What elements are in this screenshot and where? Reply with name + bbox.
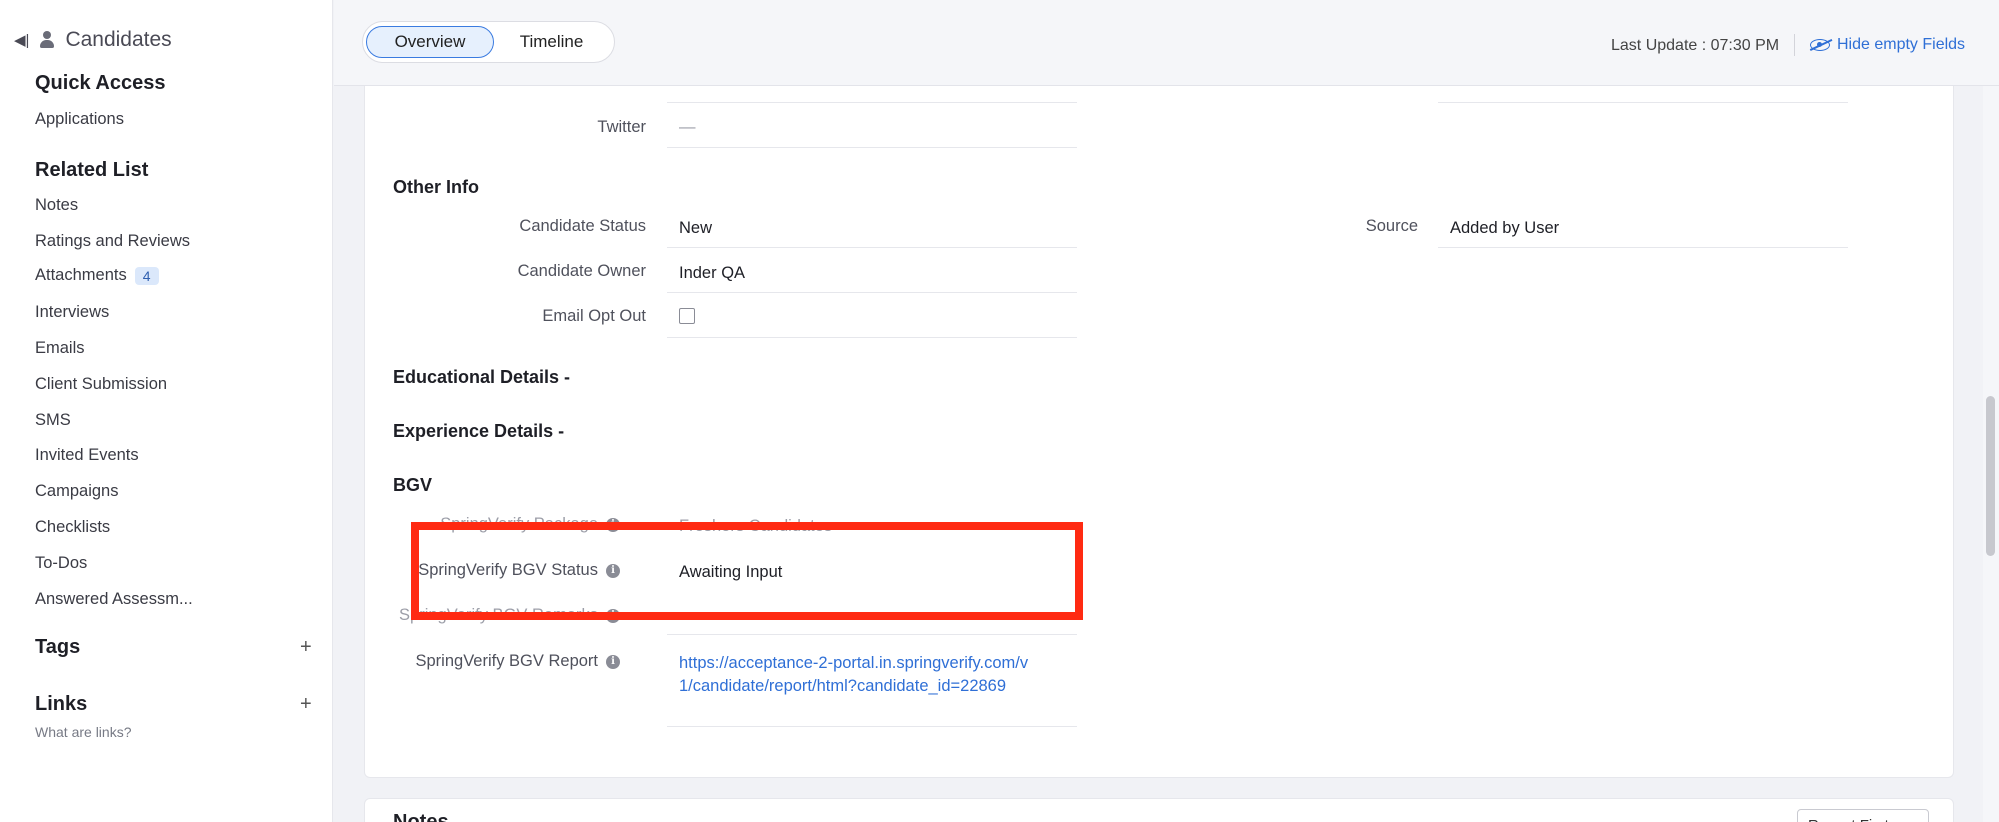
tab-overview[interactable]: Overview <box>366 26 494 58</box>
email-opt-out-checkbox[interactable] <box>679 308 695 324</box>
candidate-status-value[interactable]: New <box>679 219 712 238</box>
divider <box>667 634 1077 635</box>
quick-access-heading: Quick Access <box>35 72 166 94</box>
springverify-bgv-report-link[interactable]: https://acceptance-2-portal.in.springver… <box>679 652 1039 698</box>
other-info-heading: Other Info <box>393 177 479 197</box>
bgv-report-label-text: SpringVerify BGV Report <box>415 652 599 670</box>
sidebar-header: ◀​| Candidates <box>14 28 172 52</box>
related-item-campaigns[interactable]: Campaigns <box>35 482 118 501</box>
links-heading: Links <box>35 693 88 715</box>
springverify-bgv-report-label: SpringVerify BGV Report i <box>340 652 620 671</box>
experience-details-heading[interactable]: Experience Details - <box>393 421 564 442</box>
educational-details-heading[interactable]: Educational Details - <box>393 367 570 388</box>
notes-title: Notes <box>393 811 449 822</box>
related-item-notes[interactable]: Notes <box>35 196 78 215</box>
notes-card: Notes Recent First ▾ <box>364 798 1954 822</box>
tags-heading: Tags <box>35 636 81 658</box>
collapse-sidebar-icon[interactable]: ◀​| <box>14 31 29 49</box>
candidate-status-label: Candidate Status <box>519 217 646 235</box>
related-item-todos[interactable]: To-Dos <box>35 554 87 573</box>
divider <box>667 102 1077 103</box>
tab-timeline[interactable]: Timeline <box>494 26 609 58</box>
related-item-sms[interactable]: SMS <box>35 411 71 430</box>
user-icon <box>39 31 55 49</box>
candidate-owner-label: Candidate Owner <box>517 262 646 280</box>
divider <box>1794 34 1795 56</box>
related-item-answered-assessments[interactable]: Answered Assessm... <box>35 590 193 609</box>
related-item-ratings[interactable]: Ratings and Reviews <box>35 232 190 251</box>
module-title[interactable]: Candidates <box>65 28 171 52</box>
add-link-button[interactable]: + <box>300 693 312 716</box>
bgv-heading: BGV <box>393 475 433 495</box>
divider <box>667 147 1077 148</box>
details-card <box>364 86 1954 778</box>
related-item-interviews[interactable]: Interviews <box>35 303 109 322</box>
related-list-heading: Related List <box>35 159 149 181</box>
what-are-links-link[interactable]: What are links? <box>35 724 131 740</box>
divider <box>667 337 1077 338</box>
view-tabs: Overview Timeline <box>362 21 615 63</box>
quick-access-applications[interactable]: Applications <box>35 110 124 129</box>
record-header-bar: Overview Timeline Last Update : 07:30 PM… <box>334 0 1999 86</box>
hide-empty-fields-button[interactable]: Hide empty Fields <box>1810 36 1965 54</box>
twitter-label: Twitter <box>597 118 646 136</box>
twitter-value[interactable]: — <box>679 118 696 137</box>
related-item-attachments[interactable]: Attachments 4 <box>35 266 159 285</box>
notes-sort-dropdown[interactable]: Recent First ▾ <box>1797 809 1929 822</box>
related-item-label: Attachments <box>35 266 127 284</box>
related-item-emails[interactable]: Emails <box>35 339 85 358</box>
divider <box>667 247 1077 248</box>
related-item-client-submission[interactable]: Client Submission <box>35 375 167 394</box>
add-tag-button[interactable]: + <box>300 636 312 659</box>
hide-empty-fields-label: Hide empty Fields <box>1837 36 1966 53</box>
divider <box>1438 102 1848 103</box>
email-opt-out-label: Email Opt Out <box>542 307 646 325</box>
related-item-invited-events[interactable]: Invited Events <box>35 446 139 465</box>
divider <box>667 726 1077 727</box>
related-item-checklists[interactable]: Checklists <box>35 518 110 537</box>
source-value[interactable]: Added by User <box>1450 219 1559 238</box>
divider <box>1438 247 1848 248</box>
scrollbar-thumb[interactable] <box>1986 396 1995 556</box>
sidebar: ◀​| Candidates Quick Access Applications… <box>0 0 333 822</box>
eye-slash-icon <box>1810 39 1830 51</box>
last-update-text: Last Update : 07:30 PM <box>1611 37 1780 54</box>
source-label: Source <box>1365 217 1418 235</box>
highlight-box <box>411 522 1083 620</box>
candidate-owner-value[interactable]: Inder QA <box>679 264 745 283</box>
attachments-count-badge: 4 <box>134 266 159 285</box>
info-icon[interactable]: i <box>606 654 620 669</box>
divider <box>667 292 1077 293</box>
